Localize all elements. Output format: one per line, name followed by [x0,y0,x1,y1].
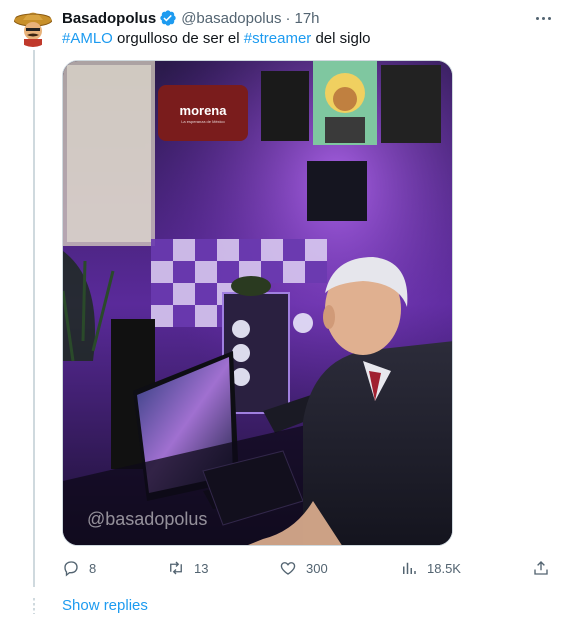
media-photo [63,61,452,545]
tweet-header: Basadopolus @basadopolus · 17h [62,8,320,28]
display-name[interactable]: Basadopolus [62,10,156,27]
show-replies-link[interactable]: Show replies [62,597,148,614]
views-count: 18.5K [427,560,461,576]
avatar-image [13,7,53,47]
retweet-icon [170,561,182,575]
tweet-actions-bar: 8 13 300 18.5K [62,558,552,578]
tweet-text-end: del siglo [311,30,371,47]
views-button[interactable]: 18.5K [400,558,461,578]
like-button[interactable]: 300 [279,558,328,578]
separator-dot: · [285,9,291,27]
views-icon [403,562,416,574]
user-handle[interactable]: @basadopolus [181,10,281,27]
retweet-button[interactable]: 13 [167,558,208,578]
reply-button[interactable]: 8 [62,558,96,578]
reply-icon [64,561,78,577]
timestamp[interactable]: 17h [295,10,320,27]
tweet-text-middle: orgulloso de ser el [112,30,244,47]
hashtag-link[interactable]: #streamer [244,30,312,47]
hashtag-link[interactable]: #AMLO [62,30,113,47]
tweet-text: #AMLO orgulloso de ser el #streamer del … [62,29,371,49]
verified-badge-icon [159,9,177,27]
like-count: 300 [306,560,328,576]
share-icon [534,561,548,575]
retweet-count: 13 [194,560,209,576]
reply-count: 8 [89,560,97,576]
thread-line [33,50,35,587]
morena-logo-subtitle: La esperanza de México [181,118,225,124]
thread-connector-dots [33,598,35,614]
tweet-media-image[interactable]: morena La esperanza de México @basadopol… [62,60,453,546]
share-button[interactable] [532,558,550,578]
morena-logo: morena La esperanza de México [158,85,248,141]
morena-logo-name: morena [179,102,227,118]
avatar[interactable] [13,7,53,47]
heart-icon [280,562,296,575]
media-watermark: @basadopolus [87,509,208,529]
more-icon[interactable] [533,8,553,28]
